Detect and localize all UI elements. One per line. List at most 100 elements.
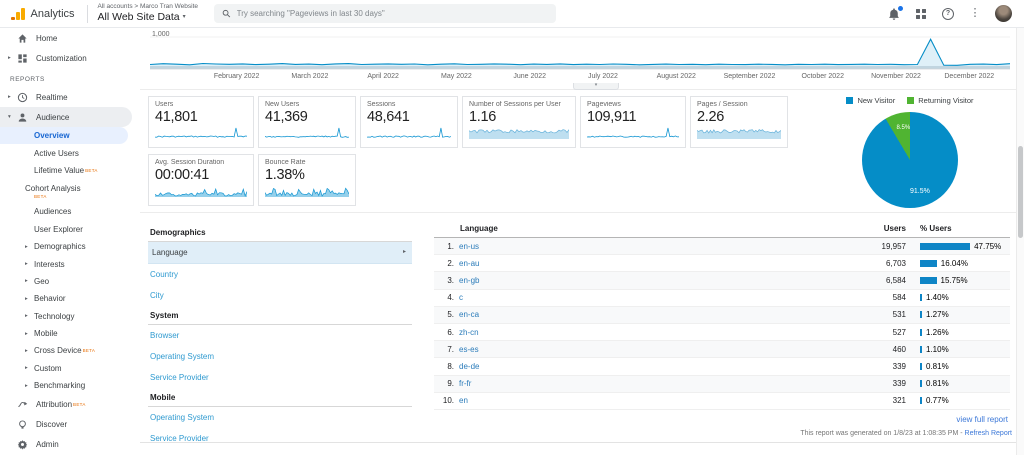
panel-group-title-mobile: Mobile [148, 388, 412, 407]
search-box[interactable] [214, 4, 557, 23]
column-header-users: Users [883, 224, 906, 233]
sidebar-subitem-audiences[interactable]: Audiences [0, 203, 140, 220]
metric-card-sessions[interactable]: Sessions 48,641 [360, 96, 458, 148]
sidebar-subitem-cohort-analysis[interactable]: Cohort Analysis BETA [0, 179, 140, 203]
metric-card-new-users[interactable]: New Users 41,369 [258, 96, 356, 148]
scrollbar-thumb[interactable] [1018, 146, 1023, 238]
metric-label: Sessions [367, 101, 396, 108]
users-value: 339 [892, 379, 906, 389]
report-section: Demographics Language ▸ Country City System Br… [140, 212, 1016, 443]
table-row: 5. en-ca 531 1.27% [434, 306, 1010, 324]
metric-sparkline [155, 126, 247, 139]
bulb-icon [16, 418, 28, 430]
metric-label: Pageviews [587, 101, 621, 108]
sidebar-subitem-custom[interactable]: ▸ Custom [0, 360, 140, 377]
users-value: 6,584 [885, 275, 906, 285]
notifications-icon[interactable] [887, 4, 904, 21]
users-value: 531 [892, 310, 906, 320]
language-link-es-es[interactable]: es-es [459, 345, 848, 354]
sidebar-item-admin[interactable]: Admin [0, 434, 140, 454]
dimension-link-system-browser[interactable]: Browser [148, 325, 412, 346]
sidebar-item-audience[interactable]: ▾ Audience [0, 107, 132, 127]
legend-swatch-new-visitor [846, 97, 854, 104]
dimension-link-demographics-language[interactable]: Language ▸ [148, 242, 412, 264]
dimension-link-demographics-country[interactable]: Country [148, 264, 412, 285]
sidebar-subitem-cross-device[interactable]: ▸ Cross Device BETA [0, 342, 140, 359]
users-value: 6,703 [885, 258, 906, 268]
sidebar-subitem-user-explorer[interactable]: User Explorer [0, 221, 140, 238]
chevron-right-icon: ▸ [402, 249, 406, 255]
row-rank: 8. [447, 361, 454, 371]
sidebar-item-label: User Explorer [34, 224, 83, 234]
metric-card-pages-session[interactable]: Pages / Session 2.26 [690, 96, 788, 148]
language-link-en[interactable]: en [459, 396, 848, 405]
apps-grid-icon[interactable] [914, 7, 928, 21]
sidebar-subitem-technology[interactable]: ▸ Technology [0, 308, 140, 325]
panel-group-title-demographics: Demographics [148, 223, 412, 242]
dimension-link-system-operating-system[interactable]: Operating System [148, 346, 412, 367]
avatar[interactable] [995, 5, 1012, 22]
metric-card-users[interactable]: Users 41,801 [148, 96, 254, 148]
pct-users-cell: 0.81% [906, 362, 1010, 371]
language-link-c[interactable]: c [459, 293, 848, 302]
chevron-right-icon: ▸ [25, 278, 28, 285]
metric-card-pageviews[interactable]: Pageviews 109,911 [580, 96, 686, 148]
help-icon[interactable]: ? [941, 7, 955, 21]
view-full-report-link[interactable]: view full report [956, 415, 1008, 424]
language-link-en-ca[interactable]: en-ca [459, 310, 848, 319]
sidebar-subitem-geo[interactable]: ▸ Geo [0, 273, 140, 290]
table-body: 1. en-us 19,957 47.75% 2. en-au 6,703 16.04% 3. e… [434, 238, 1010, 410]
users-value: 584 [892, 293, 906, 303]
month-label: February 2022 [213, 73, 260, 80]
pct-bar [920, 242, 971, 250]
sidebar-item-label: Active Users [34, 148, 79, 158]
metric-card-avg-session-duration[interactable]: Avg. Session Duration 00:00:41 [148, 154, 254, 206]
sidebar-item-home[interactable]: Home [0, 28, 140, 48]
search-icon [222, 9, 231, 18]
month-label: March 2022 [291, 73, 329, 80]
sidebar-item-attribution[interactable]: Attribution BETA [0, 394, 140, 414]
report-footer: This report was generated on 1/8/23 at 1… [140, 424, 1016, 443]
metric-card-number-of-sessions-per-user[interactable]: Number of Sessions per User 1.16 [462, 96, 576, 148]
pct-bar [920, 311, 922, 319]
sidebar-section-label: REPORTS [10, 76, 45, 83]
sidebar-item-label: Cohort Analysis [25, 183, 81, 193]
language-link-en-us[interactable]: en-us [459, 242, 848, 251]
timeline-collapse-tab[interactable]: ▾ [573, 83, 619, 90]
sidebar-subitem-benchmarking[interactable]: ▸ Benchmarking [0, 377, 140, 394]
refresh-report-link[interactable]: Refresh Report [965, 430, 1012, 437]
sidebar-item-customization[interactable]: ▸ Customization [0, 48, 140, 68]
search-input[interactable] [236, 9, 549, 18]
sidebar-subitem-behavior[interactable]: ▸ Behavior [0, 290, 140, 307]
language-link-de-de[interactable]: de-de [459, 362, 848, 371]
breadcrumb: All accounts > Marco Tran Website [97, 3, 199, 11]
dimension-link-mobile-screen-resolution[interactable]: Screen Resolution [148, 449, 412, 455]
sidebar-subitem-demographics[interactable]: ▸ Demographics [0, 238, 140, 255]
month-label: April 2022 [367, 73, 399, 80]
language-link-en-gb[interactable]: en-gb [459, 276, 848, 285]
sidebar-subitem-lifetime-value[interactable]: Lifetime Value BETA [0, 162, 140, 179]
metrics-section: Users 41,801 New Users 41,369 Sessions 48,641… [140, 90, 1016, 212]
dimension-link-demographics-city[interactable]: City [148, 285, 412, 306]
property-selector[interactable]: All Web Site Data ▾ [98, 11, 199, 24]
users-value: 339 [892, 361, 906, 371]
sidebar-nav: Home ▸ Customization REPORTS ▸ Realtime ▾ Audie… [0, 28, 140, 455]
language-link-en-au[interactable]: en-au [459, 259, 848, 268]
sidebar-subitem-active-users[interactable]: Active Users [0, 144, 140, 161]
sidebar-item-discover[interactable]: Discover [0, 414, 140, 434]
sidebar-subitem-interests[interactable]: ▸ Interests [0, 255, 140, 272]
timeline-chart-section: 1,000 February 2022 March 2022 April 2022 M… [140, 28, 1016, 90]
language-link-fr-fr[interactable]: fr-fr [459, 379, 848, 388]
sidebar-subitem-overview[interactable]: Overview [0, 127, 128, 145]
main-content: 1,000 February 2022 March 2022 April 2022 M… [140, 28, 1016, 455]
dimension-link-system-service-provider[interactable]: Service Provider [148, 367, 412, 388]
dimensions-panel: Demographics Language ▸ Country City System Br… [140, 213, 412, 443]
sidebar-subitem-mobile[interactable]: ▸ Mobile [0, 325, 140, 342]
more-vert-icon[interactable]: ⋮ [968, 7, 982, 21]
pct-bar [920, 276, 937, 284]
metric-card-bounce-rate[interactable]: Bounce Rate 1.38% [258, 154, 356, 206]
row-rank: 1. [447, 241, 454, 251]
header-divider [86, 4, 88, 23]
sidebar-item-realtime[interactable]: ▸ Realtime [0, 87, 140, 107]
language-link-zh-cn[interactable]: zh-cn [459, 328, 848, 337]
